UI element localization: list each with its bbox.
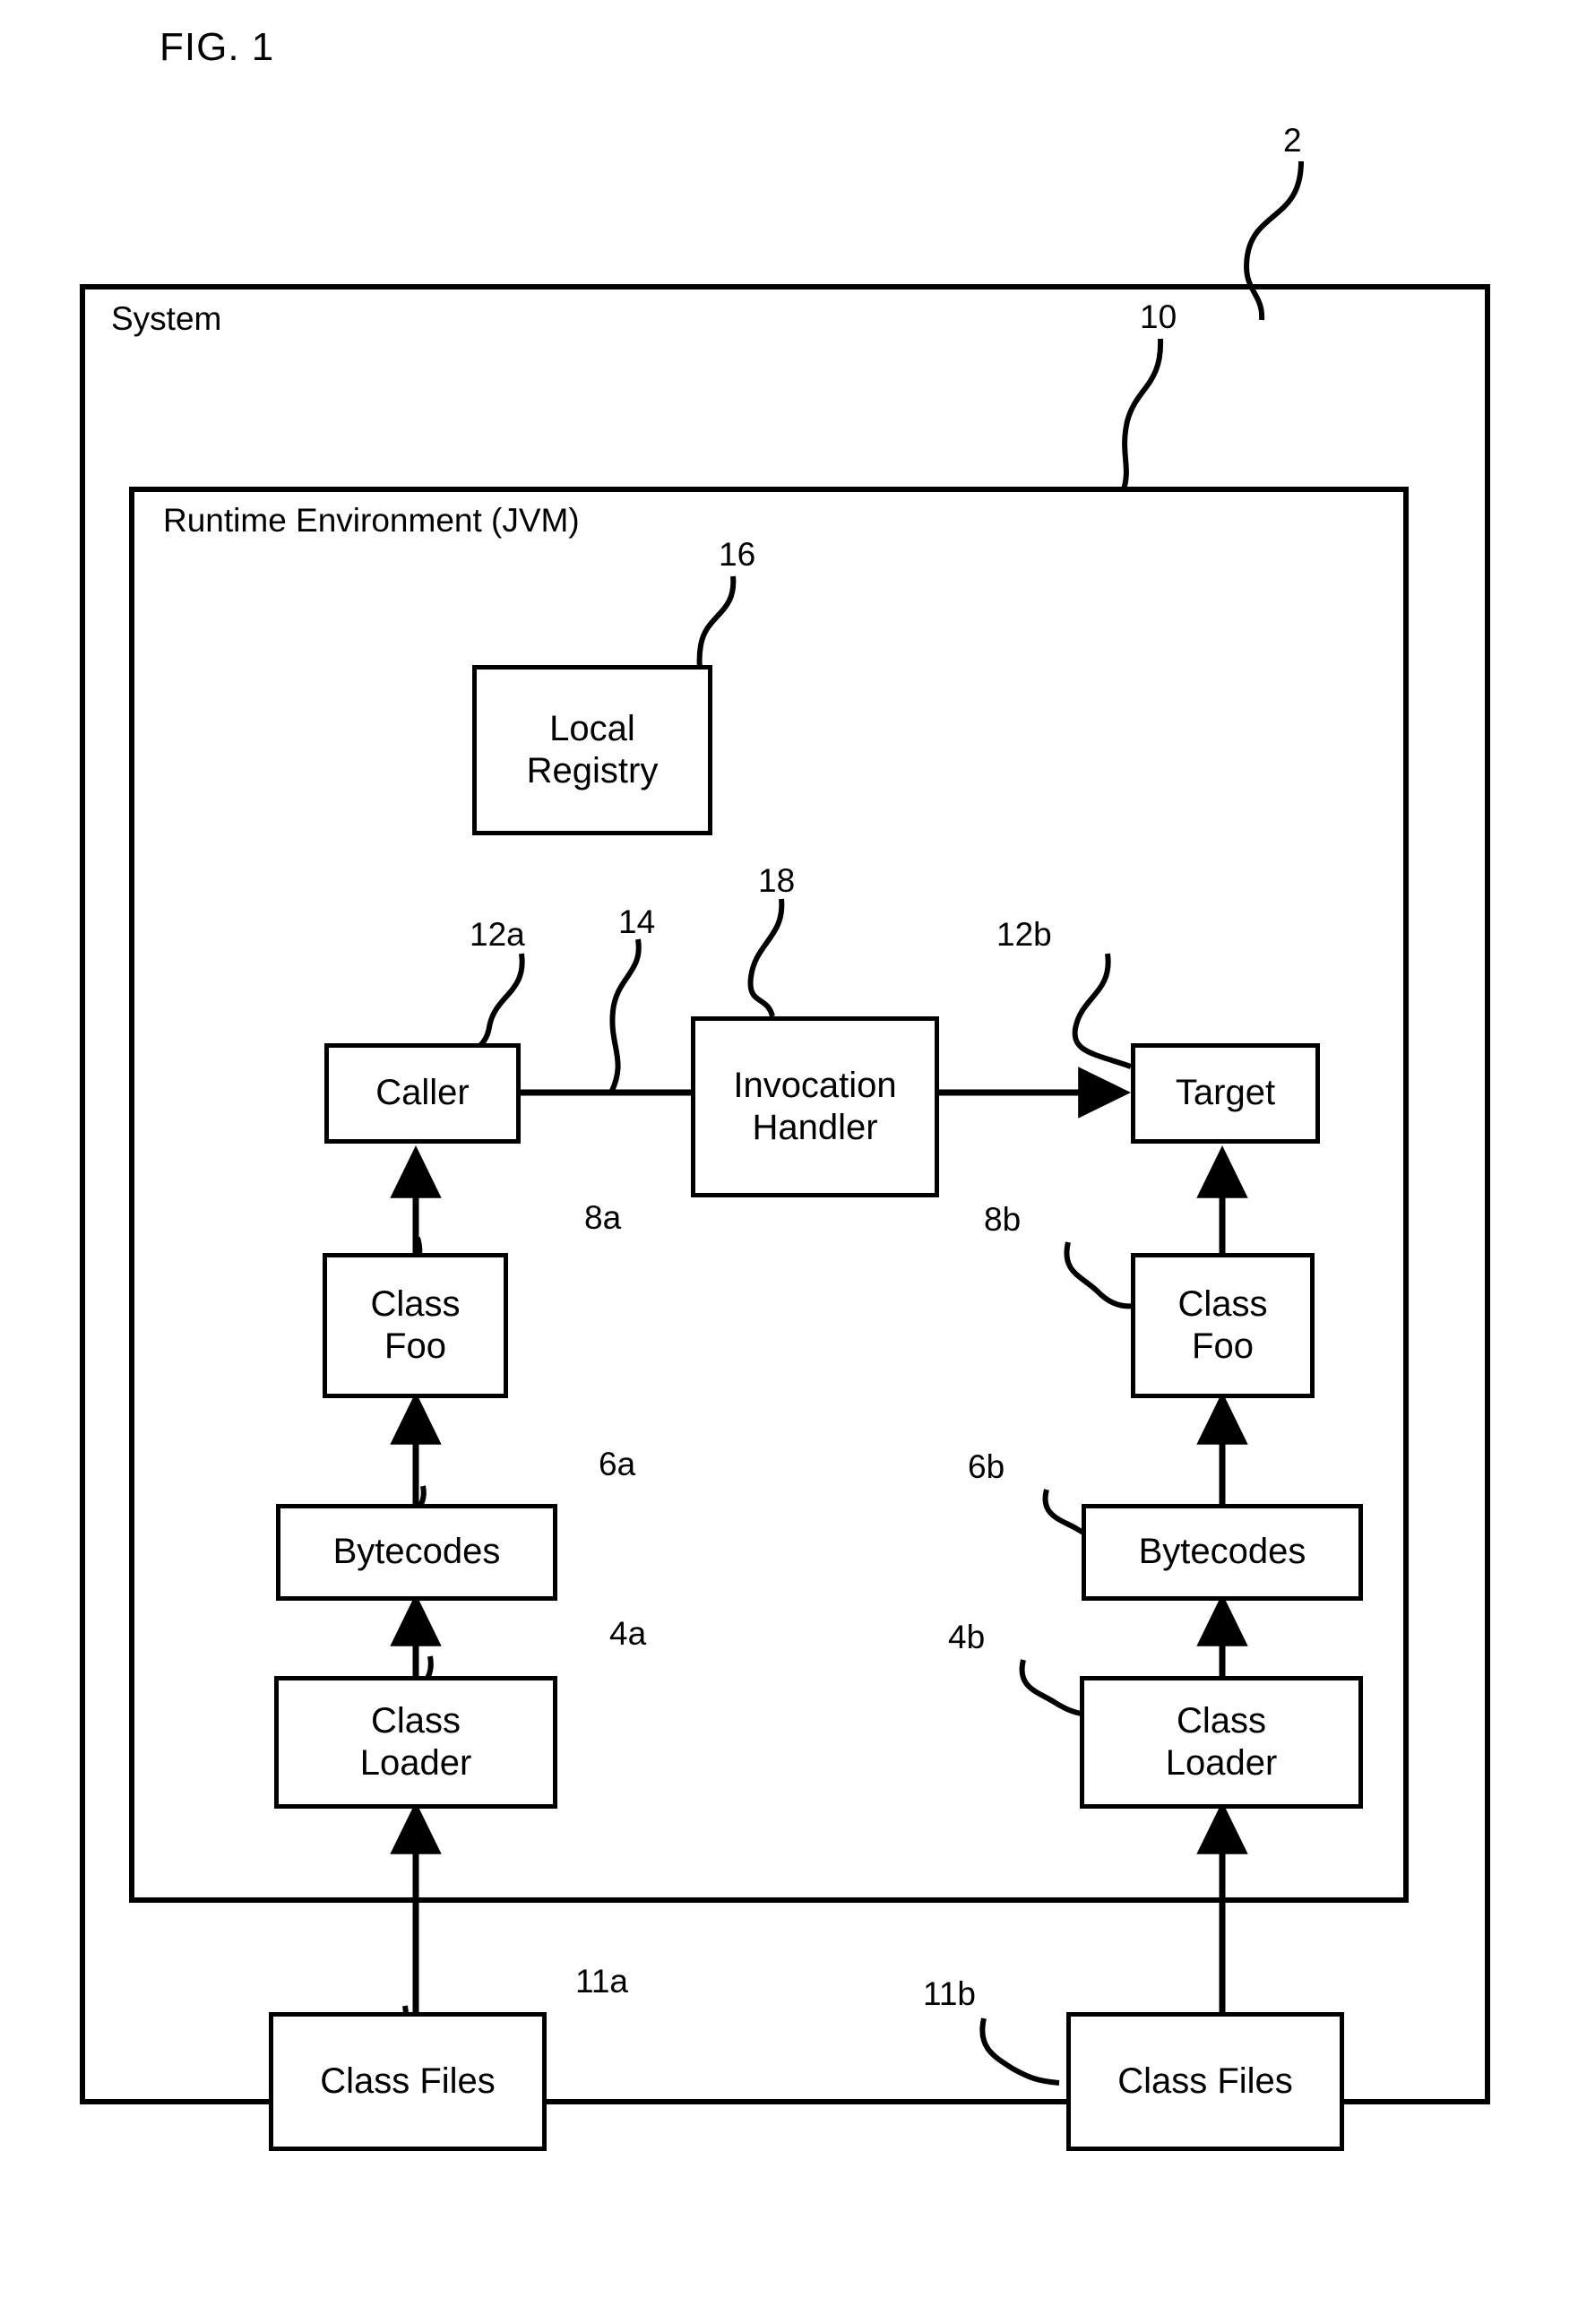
box-caller[interactable]: Caller	[324, 1043, 521, 1144]
ref-numeral-16: 16	[719, 536, 756, 573]
ref-numeral-10: 10	[1140, 298, 1177, 335]
leader-line-2	[1244, 160, 1304, 321]
figure-title: FIG. 1	[160, 25, 275, 69]
system-container-label: System	[111, 300, 222, 337]
box-invocation-handler[interactable]: Invocation Handler	[691, 1016, 939, 1197]
leader-line-11b	[979, 2017, 1060, 2086]
box-target[interactable]: Target	[1131, 1043, 1320, 1144]
leader-line-12b	[1072, 953, 1132, 1069]
box-class-foo-a[interactable]: Class Foo	[323, 1253, 508, 1398]
box-class-files-b[interactable]: Class Files	[1066, 2012, 1344, 2151]
ref-numeral-4a: 4a	[609, 1615, 647, 1652]
ref-numeral-12a: 12a	[470, 916, 525, 953]
ref-numeral-4b: 4b	[948, 1619, 986, 1655]
ref-numeral-14: 14	[618, 903, 656, 940]
box-class-loader-b[interactable]: Class Loader	[1080, 1676, 1363, 1809]
box-class-loader-a[interactable]: Class Loader	[274, 1676, 557, 1809]
leader-line-18	[747, 898, 785, 1017]
leader-line-14	[608, 938, 642, 1094]
ref-numeral-6a: 6a	[599, 1446, 636, 1482]
jvm-container-label: Runtime Environment (JVM)	[163, 502, 580, 539]
box-bytecodes-a[interactable]: Bytecodes	[276, 1504, 557, 1601]
box-class-foo-b[interactable]: Class Foo	[1131, 1253, 1315, 1398]
ref-numeral-11a: 11a	[575, 1963, 628, 2000]
box-bytecodes-b[interactable]: Bytecodes	[1082, 1504, 1363, 1601]
ref-numeral-11b: 11b	[923, 1975, 976, 2012]
leader-line-10	[1121, 338, 1164, 490]
box-class-files-a[interactable]: Class Files	[269, 2012, 547, 2151]
ref-numeral-8a: 8a	[584, 1199, 622, 1236]
patent-figure-page: FIG. 1 System Runtime Environment (JVM) …	[0, 0, 1578, 2324]
ref-numeral-6b: 6b	[968, 1448, 1005, 1485]
ref-numeral-8b: 8b	[984, 1201, 1022, 1238]
ref-numeral-12b: 12b	[996, 916, 1052, 953]
ref-numeral-18: 18	[758, 862, 796, 899]
box-local-registry[interactable]: Local Registry	[472, 665, 712, 835]
ref-numeral-2: 2	[1283, 122, 1302, 159]
